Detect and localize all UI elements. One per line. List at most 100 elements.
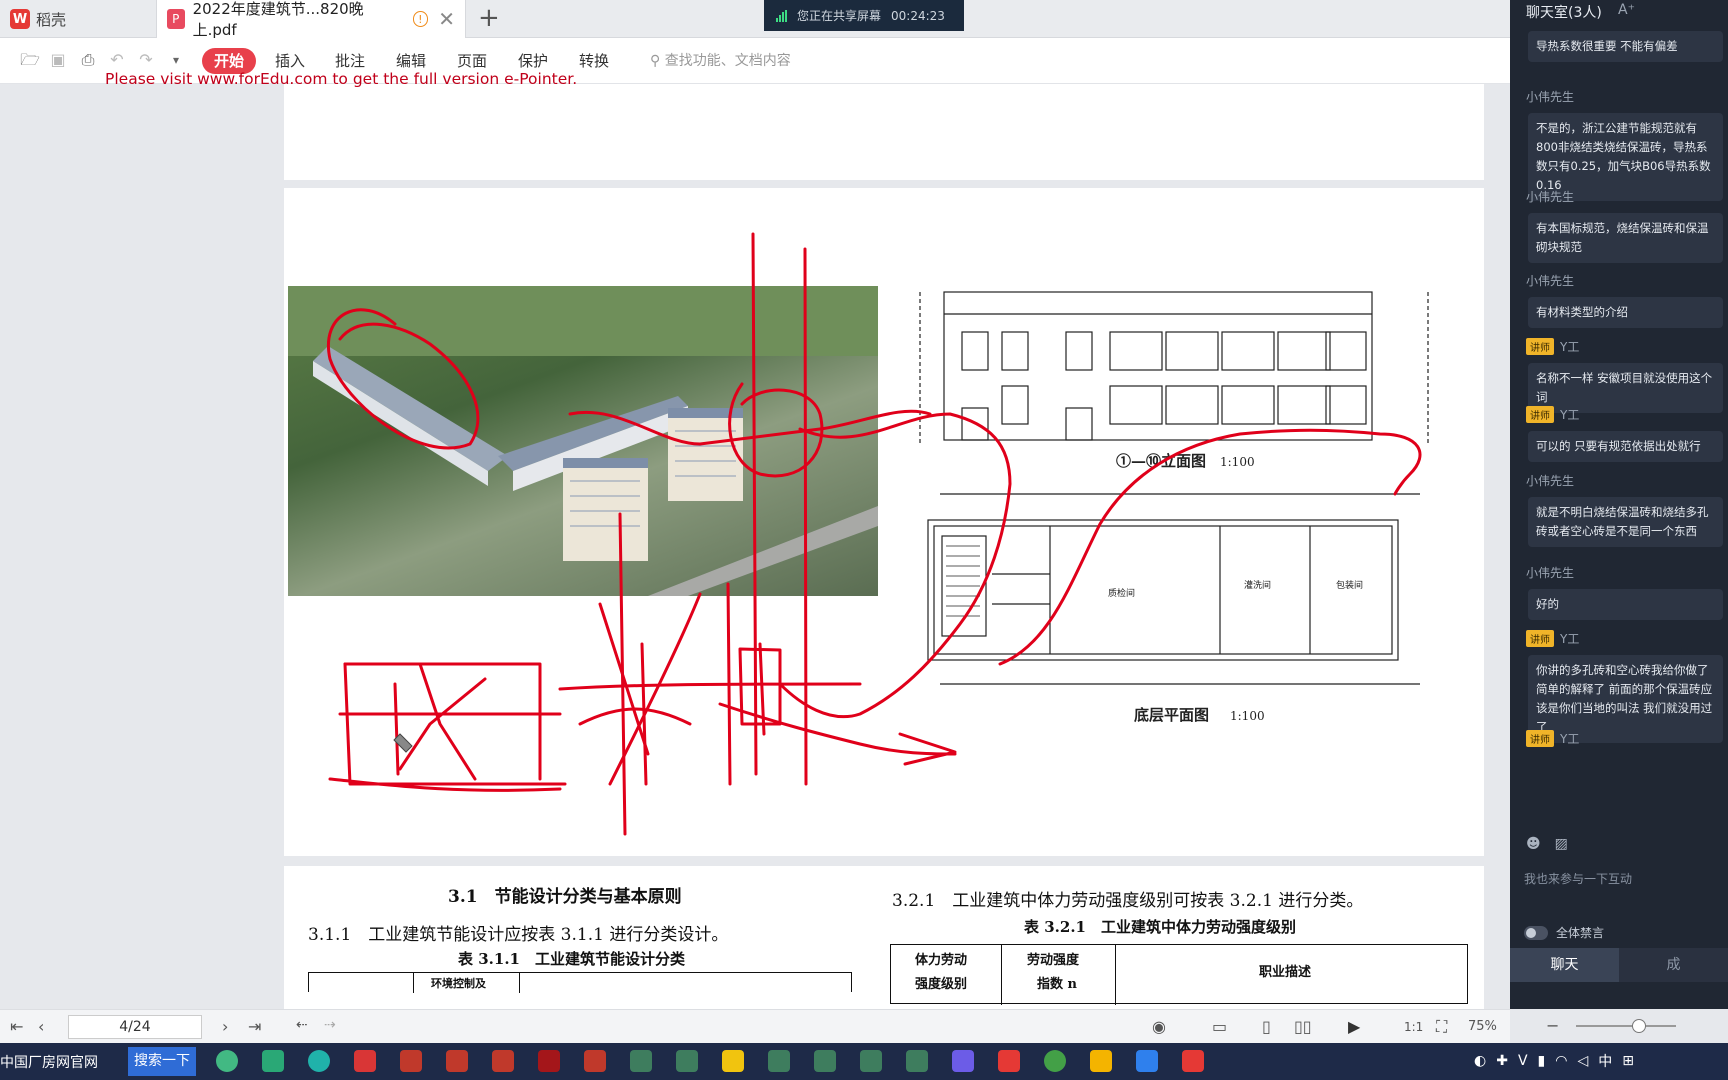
table-header-description: 职业描述 xyxy=(1259,965,1312,980)
lecturer-badge: 讲师 xyxy=(1526,630,1554,647)
table-header-index-l1: 劳动强度 xyxy=(1027,953,1080,968)
mute-all-label: 全体禁言 xyxy=(1556,926,1605,940)
table-header-index-l2: 指数 n xyxy=(1037,977,1077,992)
chat-tools: ☻ ▨ xyxy=(1526,836,1568,852)
next-page-icon[interactable]: › xyxy=(222,1017,228,1036)
sketchup-app-icon[interactable] xyxy=(354,1050,376,1072)
chat-message: 讲师Y工导热系数很重要 不能有偏差 xyxy=(1526,24,1726,62)
prev-page-icon[interactable]: ‹ xyxy=(38,1017,44,1036)
cad3-app-icon[interactable] xyxy=(492,1050,514,1072)
tab-document[interactable]: P 2022年度建筑节...820晚上.pdf ! ✕ xyxy=(156,0,466,39)
sender-name: Y工 xyxy=(1560,632,1580,646)
tab-members[interactable]: 成 xyxy=(1619,948,1728,982)
eye-protect-icon[interactable]: ◉ xyxy=(1152,1017,1166,1036)
taskbar-site-label[interactable]: 中国厂房网官网 xyxy=(0,1052,98,1072)
back-view-icon[interactable]: ⇠ xyxy=(296,1017,308,1033)
zoom-level[interactable]: 75% xyxy=(1468,1019,1497,1034)
media-app-icon[interactable] xyxy=(952,1050,974,1072)
redo-icon[interactable]: ↷ xyxy=(136,50,156,70)
folder-app-icon[interactable] xyxy=(1090,1050,1112,1072)
sender-name: Y工 xyxy=(1560,408,1580,422)
house3-app-icon[interactable] xyxy=(768,1050,790,1072)
house-app-icon[interactable] xyxy=(630,1050,652,1072)
system-tray: ◐ ✚ V ▮ ◠ ◁ 中 ⊞ xyxy=(1474,1051,1634,1071)
chat-title: 聊天室(3人) xyxy=(1526,5,1602,21)
last-page-icon[interactable]: ⇥ xyxy=(248,1017,261,1036)
search-placeholder: 查找功能、文档内容 xyxy=(664,53,791,69)
function-search-input[interactable]: ⚲ 查找功能、文档内容 xyxy=(650,48,791,74)
tray-mic-icon[interactable]: ▮ xyxy=(1538,1053,1546,1069)
zoom-out-icon[interactable]: − xyxy=(1546,1016,1559,1035)
star-app-icon[interactable] xyxy=(722,1050,744,1072)
wechat-app-icon[interactable] xyxy=(262,1050,284,1072)
tray-grid-icon[interactable]: ⊞ xyxy=(1622,1053,1634,1069)
chat-message-list[interactable]: 讲师Y工导热系数很重要 不能有偏差小伟先生不是的，浙江公建节能规范就有800非烧… xyxy=(1510,24,1728,824)
tab-home[interactable]: W 稻壳 xyxy=(0,0,156,38)
first-page-icon[interactable]: ⇤ xyxy=(10,1017,23,1036)
undo-icon[interactable]: ↶ xyxy=(107,50,127,70)
emoji-icon[interactable]: ☻ xyxy=(1526,836,1541,852)
toggle-switch[interactable] xyxy=(1524,925,1548,940)
cad-app-icon[interactable] xyxy=(400,1050,422,1072)
document-viewport[interactable]: ①—⑩立面图 1:100 底层平面图 1:100 质检间 灌洗间 包装间 3.1… xyxy=(0,84,1510,1009)
green-app-icon[interactable] xyxy=(1044,1050,1066,1072)
new-tab-icon[interactable]: + xyxy=(478,3,500,33)
cad2-app-icon[interactable] xyxy=(446,1050,468,1072)
tray-green-icon[interactable]: ✚ xyxy=(1496,1053,1508,1069)
plan-title: 底层平面图 xyxy=(1134,706,1209,724)
chat-input[interactable]: 我也来参与一下互动 xyxy=(1524,870,1632,887)
clause-3-1-1: 3.1.1 工业建筑节能设计应按表 3.1.1 进行分类设计。 xyxy=(308,925,729,945)
font-size-button[interactable]: A⁺ xyxy=(1618,2,1635,18)
signal-icon xyxy=(776,9,787,22)
house4-app-icon[interactable] xyxy=(814,1050,836,1072)
print-icon[interactable]: ⎙ xyxy=(78,50,98,70)
aerial-rendering-image xyxy=(288,286,878,596)
wps2-app-icon[interactable] xyxy=(1182,1050,1204,1072)
single-page-icon[interactable]: ▭ xyxy=(1212,1017,1227,1036)
table-3-2-1-title: 表 3.2.1 工业建筑中体力劳动强度级别 xyxy=(1024,918,1296,936)
pdf-reader-app-icon[interactable] xyxy=(1136,1050,1158,1072)
tray-volume-icon[interactable]: ◁ xyxy=(1577,1053,1588,1069)
menu-convert[interactable]: 转换 xyxy=(576,48,612,74)
tray-vpn-icon[interactable]: V xyxy=(1518,1053,1528,1069)
cad4-app-icon[interactable] xyxy=(584,1050,606,1072)
table-header-level-l1: 体力劳动 xyxy=(915,953,968,968)
play-icon[interactable]: ▶ xyxy=(1348,1017,1360,1036)
customize-dropdown-icon[interactable]: ▾ xyxy=(166,50,186,70)
ime-indicator[interactable]: 中 xyxy=(1598,1051,1612,1071)
tray-browser-icon[interactable]: ◐ xyxy=(1474,1053,1486,1069)
tray-wifi-icon[interactable]: ◠ xyxy=(1555,1053,1567,1069)
close-tab-icon[interactable]: ✕ xyxy=(438,7,455,31)
status-bar: ⇤ ‹ 4/24 › ⇥ ⇠ ⇢ ◉ ▭ ▯ ▯▯ ▶ 1:1 ⛶ 75% xyxy=(0,1009,1510,1043)
plan-scale: 1:100 xyxy=(1230,709,1265,723)
table-3-1-1: 环境控制及 xyxy=(308,972,852,993)
browser-app-icon[interactable] xyxy=(216,1050,238,1072)
fit-page-icon[interactable]: ⛶ xyxy=(1436,1017,1447,1037)
lecturer-badge: 讲师 xyxy=(1526,338,1554,355)
open-folder-icon[interactable]: 🗁 xyxy=(20,50,40,70)
house6-app-icon[interactable] xyxy=(906,1050,928,1072)
forward-view-icon[interactable]: ⇢ xyxy=(324,1017,336,1033)
acrobat-app-icon[interactable] xyxy=(538,1050,560,1072)
room-label-pack: 包装间 xyxy=(1336,579,1363,591)
taskbar-search-button[interactable]: 搜索一下 xyxy=(128,1047,196,1076)
house5-app-icon[interactable] xyxy=(860,1050,882,1072)
house2-app-icon[interactable] xyxy=(676,1050,698,1072)
continuous-page-icon[interactable]: ▯ xyxy=(1262,1017,1271,1036)
warning-icon[interactable]: ! xyxy=(412,11,429,27)
image-icon[interactable]: ▨ xyxy=(1555,836,1568,852)
room-label-qc: 质检间 xyxy=(1108,587,1135,599)
mute-all-toggle[interactable]: 全体禁言 xyxy=(1524,924,1604,941)
two-page-icon[interactable]: ▯▯ xyxy=(1294,1017,1312,1036)
tab-chat[interactable]: 聊天 xyxy=(1510,948,1619,982)
message-sender: 讲师 Y工 xyxy=(1526,406,1726,423)
actual-size-button[interactable]: 1:1 xyxy=(1404,1020,1423,1034)
zoom-slider[interactable] xyxy=(1576,1019,1676,1033)
chat-message: 小伟先生 有本国标规范，烧结保温砖和保温砌块规范 xyxy=(1526,188,1726,263)
zoom-slider-thumb[interactable] xyxy=(1632,1019,1646,1033)
table-3-1-1-title: 表 3.1.1 工业建筑节能设计分类 xyxy=(458,950,685,968)
meeting-app-icon[interactable] xyxy=(308,1050,330,1072)
save-icon[interactable]: ▣ xyxy=(48,50,68,70)
wps-app-icon[interactable] xyxy=(998,1050,1020,1072)
page-number-input[interactable]: 4/24 xyxy=(68,1015,202,1039)
